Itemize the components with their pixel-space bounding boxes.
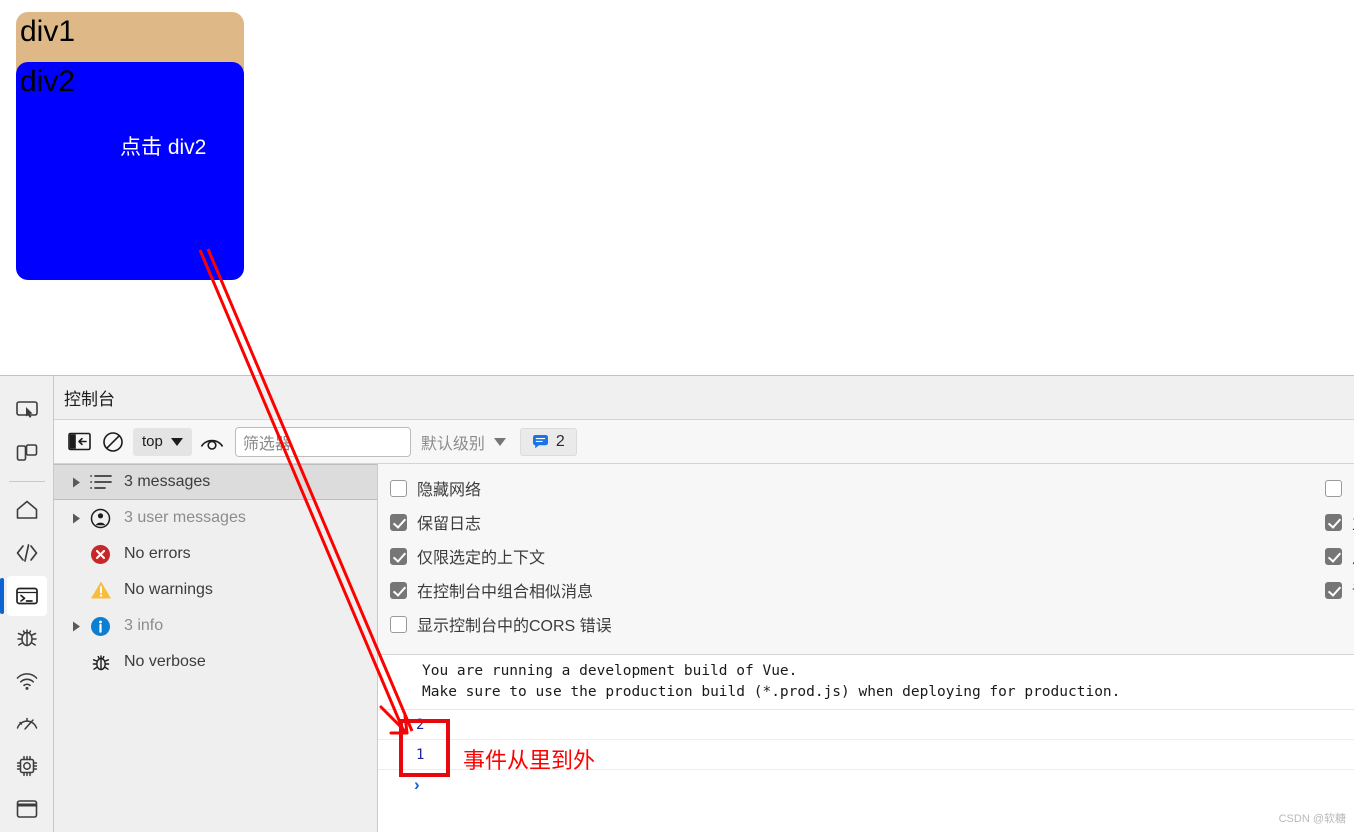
twisty-collapsed-icon[interactable] [72,513,90,524]
setting-selected-context-only[interactable]: 仅限选定的上下文 [390,544,612,568]
debugger-bug-icon[interactable] [7,619,47,659]
sidebar-item-errors[interactable]: No errors [54,536,377,572]
chevron-down-icon [170,437,183,446]
setting-persist-logs[interactable]: 保留日志 [390,510,612,534]
sidebar-item-label: No verbose [124,653,206,670]
console-sidebar: 3 messages 3 user messages No errors No … [54,464,378,832]
sidebar-item-label: 3 messages [124,473,211,490]
error-icon [90,544,124,565]
annotation-note: 事件从里到外 [463,748,596,773]
setting-evaluate-trigger[interactable]: 评估触 [1324,578,1354,602]
sidebar-item-info[interactable]: 3 info [54,608,377,644]
tab-console[interactable]: 控制台 [64,385,115,410]
bug-icon [90,652,124,673]
sidebar-item-label: 3 user messages [124,509,246,526]
setting-label: 显示控制台中的CORS 错误 [417,618,612,635]
checkbox[interactable] [390,479,407,497]
sidebar-item-warnings[interactable]: No warnings [54,572,377,608]
console-message-vue-warning[interactable]: You are running a development build of V… [378,655,1354,710]
console-log-area: You are running a development build of V… [378,655,1354,800]
div1-label: div1 [20,15,76,48]
checkbox[interactable] [390,581,407,599]
checkbox[interactable] [1324,479,1342,497]
setting-hide-network[interactable]: 隐藏网络 [390,476,612,500]
twisty-collapsed-icon[interactable] [72,477,90,488]
watermark: CSDN @软糖 [1278,813,1346,825]
setting-label: 隐藏网络 [417,482,482,499]
setting-show-cors-errors[interactable]: 显示控制台中的CORS 错误 [390,612,612,636]
network-icon[interactable] [7,661,47,701]
sidebar-item-label: 3 info [124,617,164,634]
console-body: 3 messages 3 user messages No errors No … [54,464,1354,832]
log-level-selector[interactable]: 默认级别 [421,430,506,454]
sidebar-item-verbose[interactable]: No verbose [54,644,377,680]
devtools-panel: 控制台 top 筛选器 默认级别 2 3 messages 3 user mes… [0,375,1354,832]
rail-divider [8,481,45,483]
filter-placeholder: 筛选器 [242,435,291,453]
demo-page-area: div1 div2 点击 div2 [0,0,1354,375]
devtools-icon-rail [0,376,54,832]
speech-bubble-icon [532,434,549,449]
checkbox[interactable] [1324,547,1342,565]
twisty-collapsed-icon[interactable] [72,621,90,632]
storage-icon[interactable] [7,789,47,829]
context-selector[interactable]: top [133,427,192,456]
div2-click-text: 点击 div2 [120,136,207,159]
eye-live-expressions-icon[interactable] [195,427,229,457]
user-icon [90,508,124,529]
div2-box[interactable]: div2 [16,62,244,280]
sidebar-item-messages[interactable]: 3 messages [54,464,377,500]
sidebar-item-label: No errors [124,545,191,562]
code-icon[interactable] [7,533,47,573]
home-icon[interactable] [7,490,47,530]
checkbox[interactable] [390,547,407,565]
list-icon [90,474,124,490]
setting-label: 仅限选定的上下文 [417,550,546,567]
setting-group-similar[interactable]: 在控制台中组合相似消息 [390,578,612,602]
checkbox[interactable] [1324,581,1342,599]
responsive-design-icon[interactable] [7,433,47,473]
devtools-main: 控制台 top 筛选器 默认级别 2 3 messages 3 user mes… [54,376,1354,832]
console-icon[interactable] [0,575,47,616]
console-toolbar: top 筛选器 默认级别 2 [54,420,1354,464]
performance-icon[interactable] [7,704,47,744]
checkbox[interactable] [1324,513,1342,531]
setting-label: 保留日志 [417,516,482,533]
devtools-tabbar: 控制台 [54,376,1354,420]
div2-label: div2 [20,65,76,98]
setting-label: 在控制台中组合相似消息 [417,584,594,601]
sidebar-toggle-icon[interactable] [62,427,96,457]
vue-warning-line-1: You are running a development build of V… [422,663,798,679]
console-output-area: 隐藏网络 保留日志 仅限选定的上下文 在控制台中组合相似消息 显示控制台中的CO… [378,464,1354,832]
chevron-down-icon [493,437,506,446]
clear-console-icon[interactable] [96,427,130,457]
inspector-picker-icon[interactable] [7,390,47,430]
console-log-entry[interactable]: 2 [378,710,1354,740]
warning-icon [90,580,124,600]
console-settings-right-column: 日志 X 立即求 从历史 [1324,476,1354,654]
setting-instant-evaluation[interactable]: 立即求 [1324,510,1354,534]
checkbox[interactable] [390,513,407,531]
setting-autocomplete-from-history[interactable]: 从历史 [1324,544,1354,568]
checkbox[interactable] [390,615,407,633]
console-log-value: 2 [416,716,425,733]
console-log-value: 1 [416,746,425,763]
filter-input[interactable]: 筛选器 [234,426,411,457]
sidebar-item-user-messages[interactable]: 3 user messages [54,500,377,536]
console-settings-strip: 隐藏网络 保留日志 仅限选定的上下文 在控制台中组合相似消息 显示控制台中的CO… [378,464,1354,655]
info-icon [90,616,124,637]
context-selector-value: top [142,433,163,450]
prompt-chevron-icon: › [414,775,420,794]
message-count-badge[interactable]: 2 [519,427,577,456]
sidebar-item-label: No warnings [124,581,213,598]
vue-warning-line-2: Make sure to use the production build (*… [422,684,1121,700]
log-level-value: 默认级别 [420,435,485,453]
console-settings-left-column: 隐藏网络 保留日志 仅限选定的上下文 在控制台中组合相似消息 显示控制台中的CO… [378,476,612,654]
memory-chip-icon[interactable] [7,747,47,787]
setting-log-x[interactable]: 日志 X [1324,476,1354,500]
message-count-value: 2 [555,432,565,450]
